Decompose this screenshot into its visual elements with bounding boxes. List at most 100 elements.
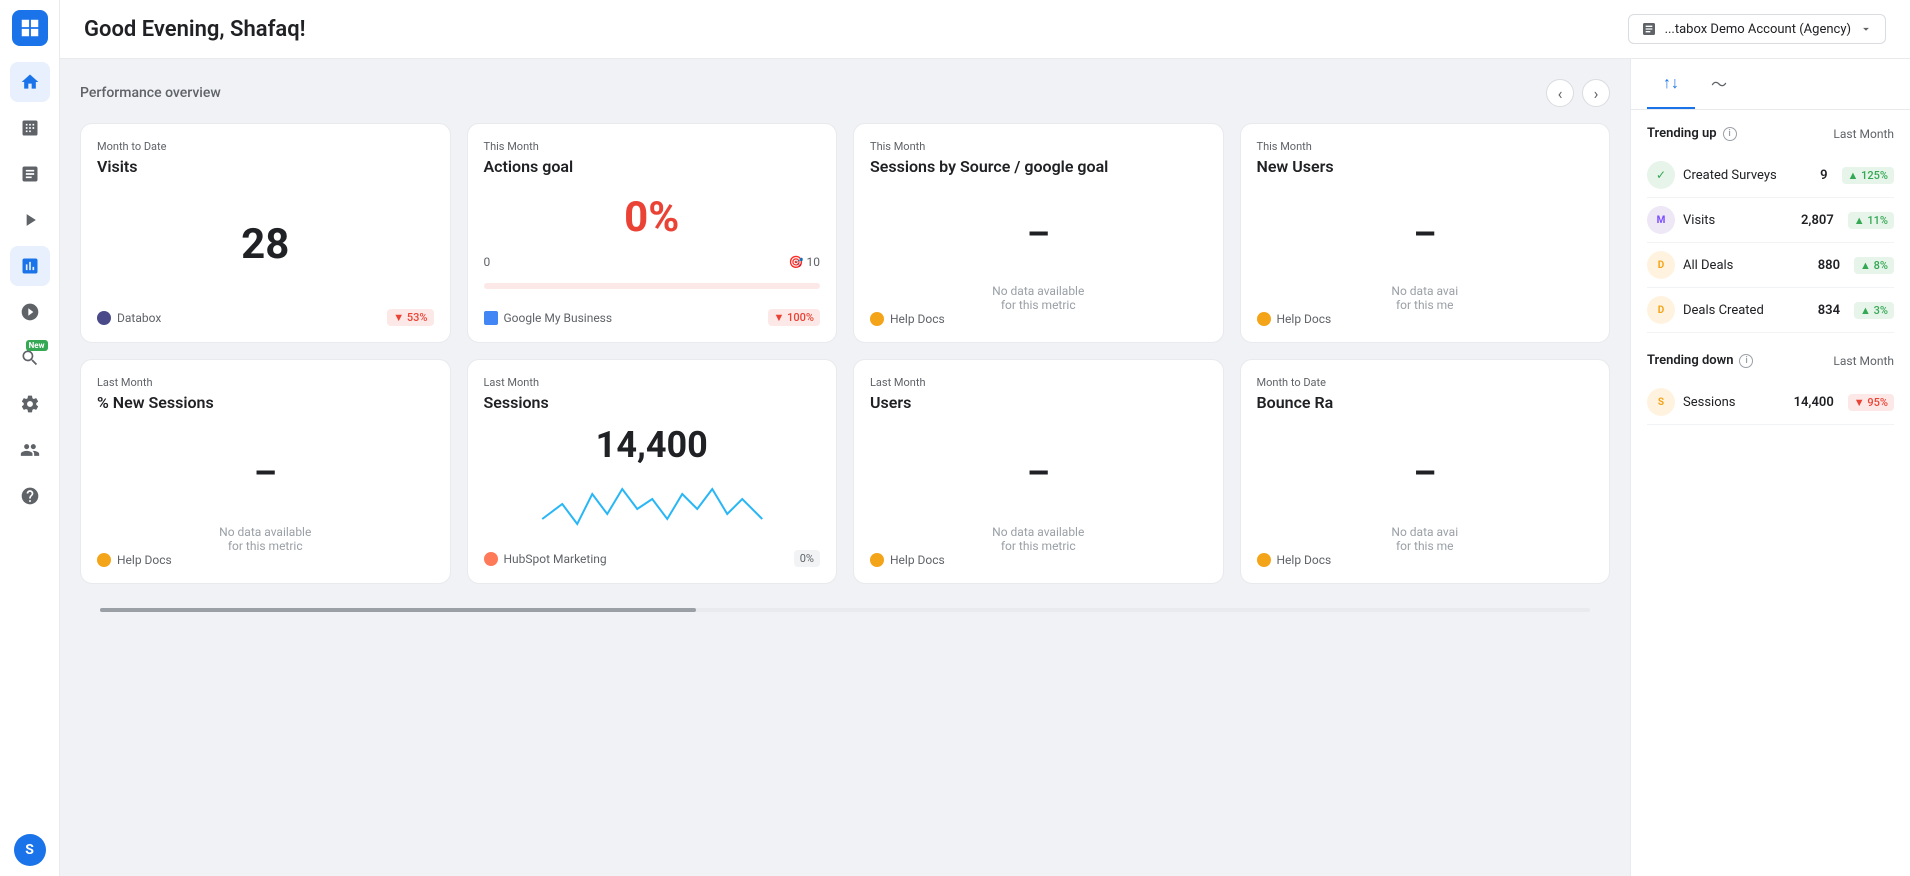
cards-row-2: Last Month % New Sessions – No data avai… <box>80 359 1610 584</box>
card-footer: Help Docs <box>97 553 434 567</box>
scrollbar-thumb <box>100 608 696 612</box>
card-source: Help Docs <box>97 553 172 567</box>
card-sessions-source: This Month Sessions by Source / google g… <box>853 123 1224 343</box>
badge-down-sessions: ▼ 95% <box>1848 394 1894 411</box>
card-sessions: Last Month Sessions 14,400 HubSpot Marke… <box>467 359 838 584</box>
cards-row-1: Month to Date Visits 28 Databox ▼ 53% Th… <box>80 123 1610 343</box>
nav-next-button[interactable]: › <box>1582 79 1610 107</box>
source-label: Help Docs <box>890 312 945 326</box>
sidebar-item-numbers[interactable] <box>10 108 50 148</box>
card-source: Help Docs <box>1257 312 1332 326</box>
card-title: Sessions <box>484 393 821 412</box>
card-source: Databox <box>97 311 161 325</box>
badge-down: ▼ 100% <box>768 309 820 326</box>
source-icon-google <box>484 311 498 325</box>
trending-item-surveys: ✓ Created Surveys 9 ▲ 125% <box>1647 153 1894 198</box>
card-footer: Google My Business ▼ 100% <box>484 309 821 326</box>
card-title: New Users <box>1257 157 1594 176</box>
card-source: HubSpot Marketing <box>484 552 607 566</box>
sidebar-item-play[interactable] <box>10 200 50 240</box>
trending-label-surveys: Created Surveys <box>1683 168 1812 183</box>
source-label: Help Docs <box>1277 553 1332 567</box>
tab-activity[interactable]: 〜 <box>1695 59 1743 109</box>
card-title: Users <box>870 393 1207 412</box>
card-title: Sessions by Source / google goal <box>870 157 1207 176</box>
card-title: Visits <box>97 157 434 176</box>
source-icon-helpdocs <box>97 553 111 567</box>
badge-up-deals-created: ▲ 3% <box>1854 302 1894 319</box>
sidebar-item-analytics[interactable] <box>10 246 50 286</box>
user-avatar[interactable]: S <box>14 834 46 866</box>
card-new-sessions: Last Month % New Sessions – No data avai… <box>80 359 451 584</box>
trending-label-sessions: Sessions <box>1683 395 1786 410</box>
trending-icon-all-deals: D <box>1647 251 1675 279</box>
card-value: 28 <box>97 188 434 301</box>
progress-bar <box>484 283 821 289</box>
activity-icon: 〜 <box>1711 71 1727 95</box>
sidebar-item-search[interactable]: New <box>10 338 50 378</box>
dashboard-area: Performance overview ‹ › Month to Date V… <box>60 59 1910 876</box>
card-period: This Month <box>484 140 821 153</box>
sidebar-item-home[interactable] <box>10 62 50 102</box>
card-new-users: This Month New Users – No data avaifor t… <box>1240 123 1611 343</box>
nav-prev-button[interactable]: ‹ <box>1546 79 1574 107</box>
card-value: – <box>1257 188 1594 280</box>
account-selector[interactable]: ...tabox Demo Account (Agency) <box>1628 14 1886 44</box>
section-title: Performance overview <box>80 85 221 101</box>
performance-section: Performance overview ‹ › Month to Date V… <box>60 59 1630 876</box>
card-value: 14,400 <box>484 424 821 466</box>
progress-current: 0 <box>484 255 491 269</box>
trending-content: Trending up i Last Month ✓ Created Surve… <box>1631 110 1910 441</box>
trending-icon-surveys: ✓ <box>1647 161 1675 189</box>
card-period: Month to Date <box>1257 376 1594 389</box>
card-bounce-rate: Month to Date Bounce Ra – No data avaifo… <box>1240 359 1611 584</box>
card-source: Help Docs <box>870 312 945 326</box>
card-source: Google My Business <box>484 311 613 325</box>
card-period: Last Month <box>97 376 434 389</box>
card-footer: Help Docs <box>870 553 1207 567</box>
trending-label-deals-created: Deals Created <box>1683 303 1810 318</box>
card-value: – <box>870 424 1207 521</box>
card-source: Help Docs <box>870 553 945 567</box>
tab-trending[interactable]: ↑↓ <box>1647 59 1695 109</box>
trending-down-section: Trending down i Last Month S Sessions 14… <box>1647 353 1894 425</box>
app-logo[interactable] <box>12 10 48 46</box>
card-value: 0% <box>484 188 821 247</box>
trending-value-visits: 2,807 <box>1801 213 1834 228</box>
section-header: Performance overview ‹ › <box>80 79 1610 107</box>
info-icon-down[interactable]: i <box>1739 354 1753 368</box>
trending-value-surveys: 9 <box>1820 168 1827 183</box>
trending-tabs: ↑↓ 〜 <box>1631 59 1910 110</box>
card-value: – <box>97 424 434 521</box>
source-label: Google My Business <box>504 311 613 325</box>
badge-up-visits: ▲ 11% <box>1848 212 1894 229</box>
source-icon-helpdocs <box>870 312 884 326</box>
source-icon-helpdocs <box>1257 312 1271 326</box>
trending-label-visits: Visits <box>1683 213 1793 228</box>
card-visits: Month to Date Visits 28 Databox ▼ 53% <box>80 123 451 343</box>
no-data-text: No data avaifor this me <box>1257 284 1594 312</box>
source-icon-helpdocs <box>1257 553 1271 567</box>
sidebar-item-settings[interactable] <box>10 384 50 424</box>
sidebar: New S <box>0 0 60 876</box>
card-footer: HubSpot Marketing 0% <box>484 550 821 567</box>
trending-icon-deals-created: D <box>1647 296 1675 324</box>
sidebar-item-reports[interactable] <box>10 154 50 194</box>
horizontal-scrollbar[interactable] <box>80 600 1610 620</box>
card-footer: Help Docs <box>1257 312 1594 326</box>
trending-up-period: Last Month <box>1833 127 1894 141</box>
sidebar-item-support[interactable] <box>10 476 50 516</box>
badge-up-all-deals: ▲ 8% <box>1854 257 1894 274</box>
source-label: Help Docs <box>1277 312 1332 326</box>
trending-icon-sessions: S <box>1647 388 1675 416</box>
new-badge: New <box>26 340 48 351</box>
trending-value-all-deals: 880 <box>1818 258 1840 273</box>
sidebar-item-goals[interactable] <box>10 292 50 332</box>
trending-down-title: Trending down i <box>1647 353 1753 368</box>
badge-down: ▼ 53% <box>387 309 433 326</box>
card-value: – <box>870 188 1207 280</box>
info-icon[interactable]: i <box>1723 127 1737 141</box>
sidebar-item-users[interactable] <box>10 430 50 470</box>
source-icon-databox <box>97 311 111 325</box>
trending-item-sessions: S Sessions 14,400 ▼ 95% <box>1647 380 1894 425</box>
